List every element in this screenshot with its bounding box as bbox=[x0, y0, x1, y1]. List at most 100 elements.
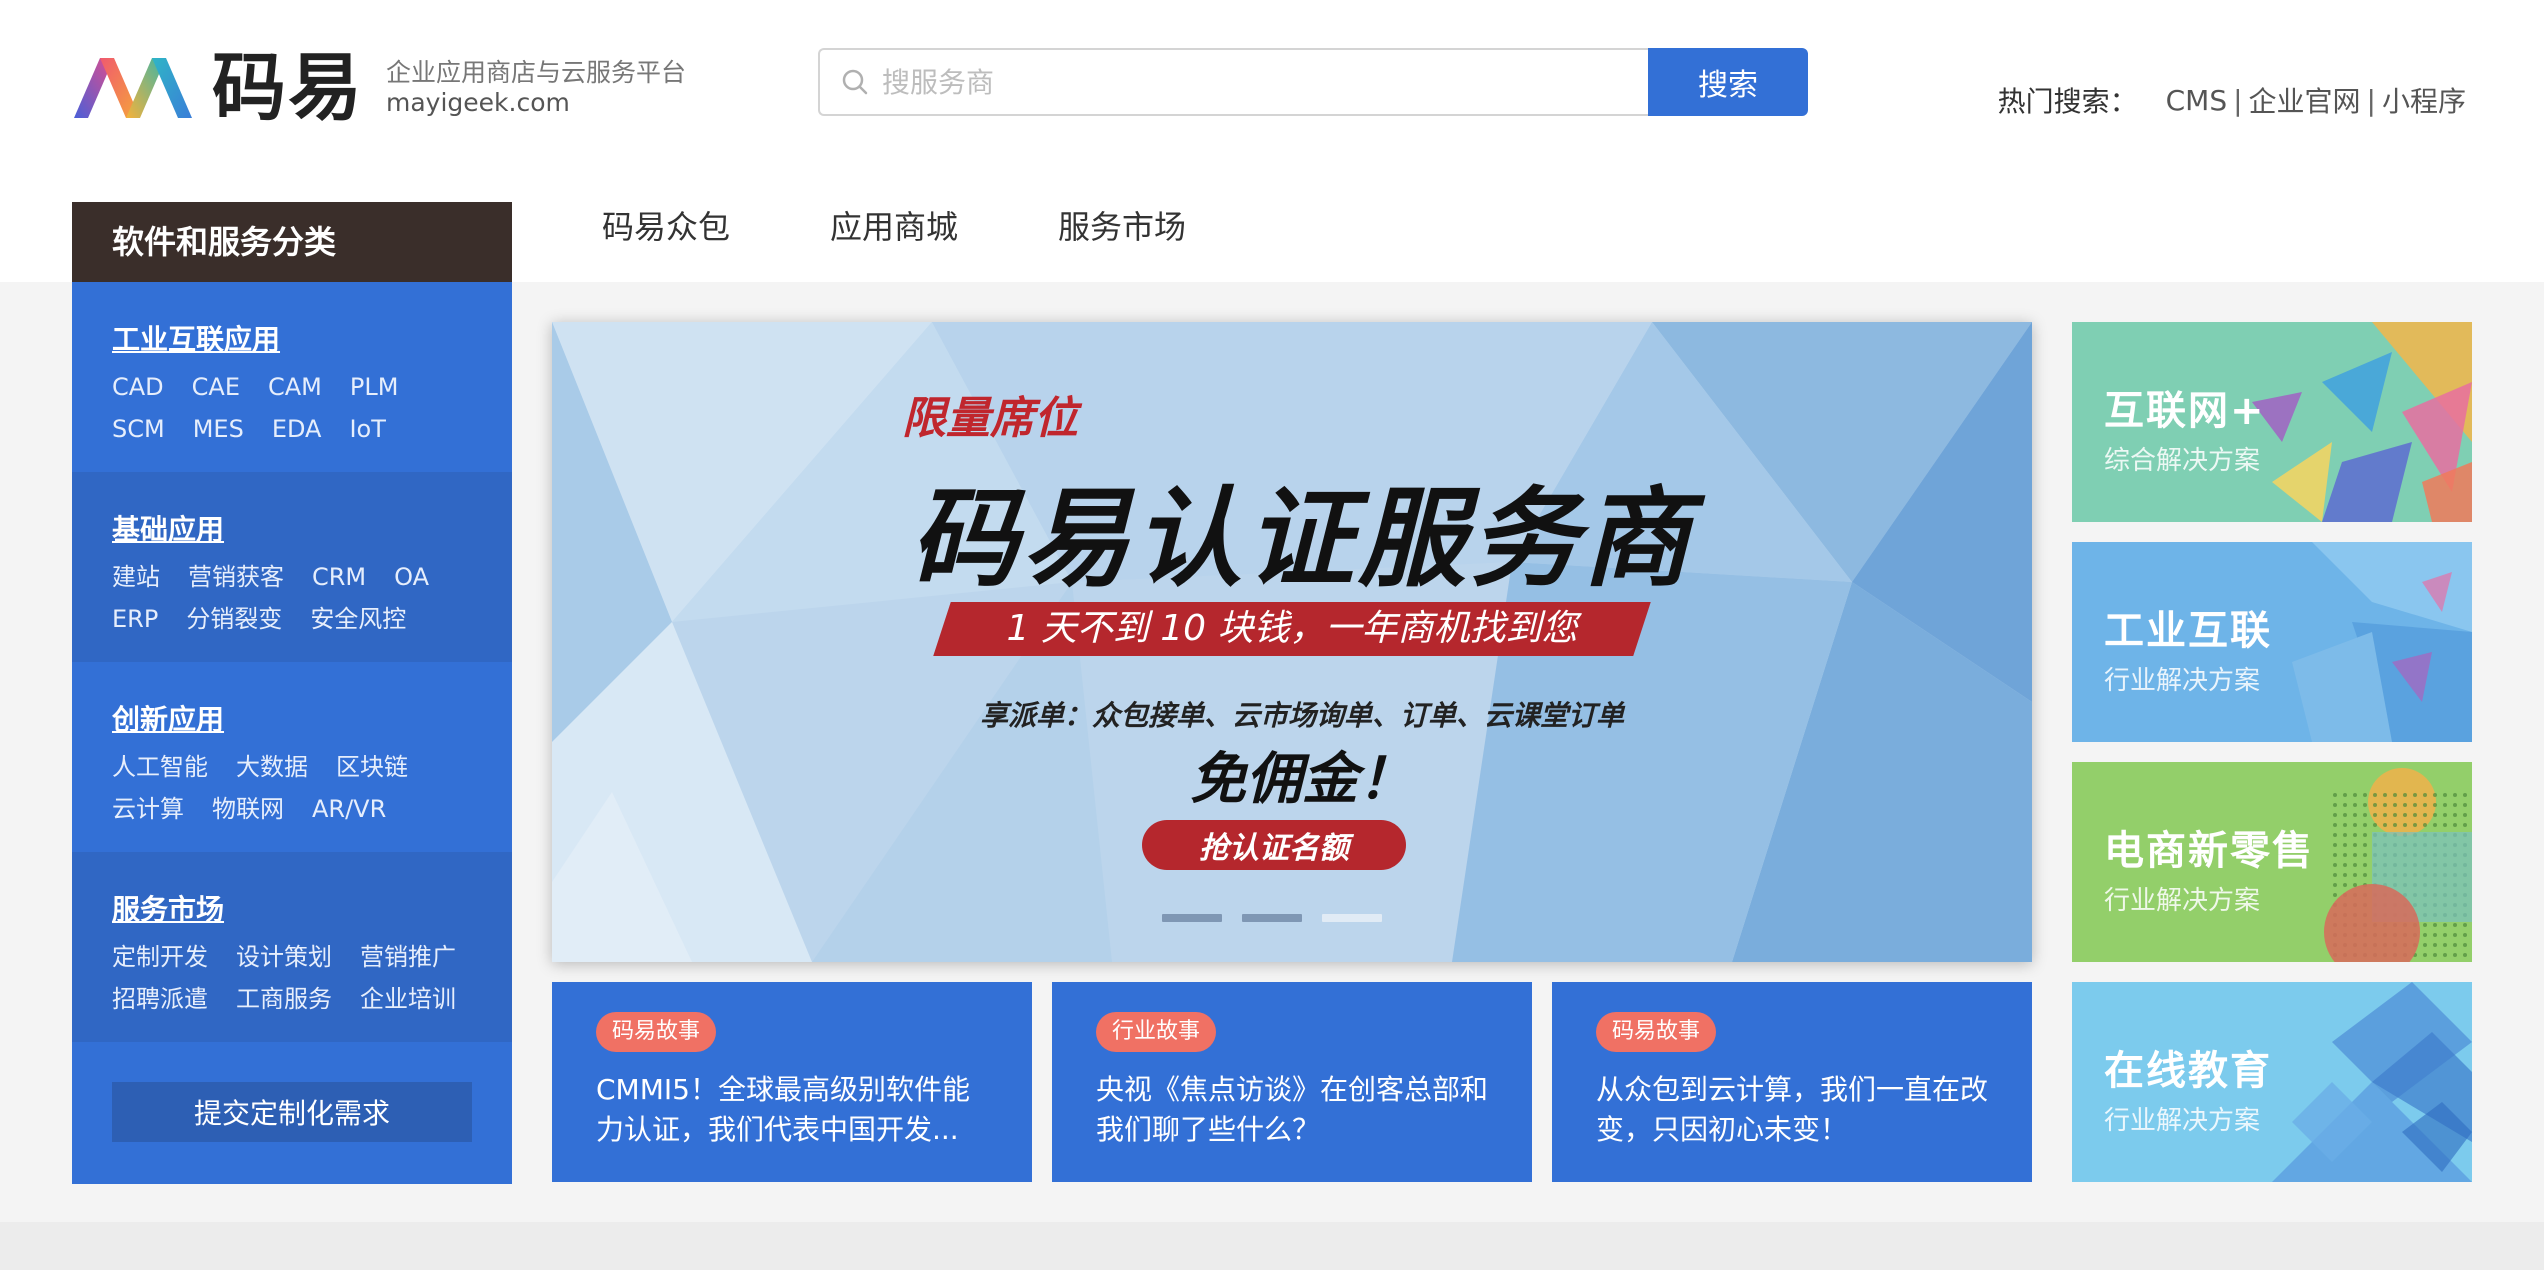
card-title: 在线教育 bbox=[2104, 1048, 2272, 1094]
sidebar-section-services: 服务市场 定制开发 设计策划 营销推广 招聘派遣 工商服务 企业培训 bbox=[72, 852, 512, 1042]
sidebar-link[interactable]: 设计策划 bbox=[236, 942, 332, 972]
sidebar-header: 软件和服务分类 bbox=[72, 202, 512, 282]
sidebar-link[interactable]: AR/VR bbox=[312, 794, 386, 824]
sidebar-section-title[interactable]: 创新应用 bbox=[112, 698, 512, 738]
card-title: 工业互联 bbox=[2104, 608, 2272, 654]
sidebar-section-innovation: 创新应用 人工智能 大数据 区块链 云计算 物联网 AR/VR bbox=[72, 662, 512, 852]
card-title: 互联网+ bbox=[2104, 388, 2266, 434]
hot-search-cms[interactable]: CMS bbox=[2166, 84, 2227, 117]
hot-search: 热门搜索： CMS | 企业官网 | 小程序 bbox=[1998, 80, 2466, 120]
solution-card-internet-plus[interactable]: 互联网+ 综合解决方案 bbox=[2072, 322, 2472, 522]
search-box bbox=[818, 48, 1650, 116]
search-icon bbox=[842, 69, 868, 95]
carousel-dots bbox=[1162, 914, 1402, 922]
sidebar-link[interactable]: PLM bbox=[350, 372, 399, 402]
sidebar-link[interactable]: 云计算 bbox=[112, 794, 184, 824]
card-title: 电商新零售 bbox=[2104, 828, 2314, 874]
sidebar-section-industrial: 工业互联应用 CAD CAE CAM PLM SCM MES EDA IoT bbox=[72, 282, 512, 472]
card-subtitle: 行业解决方案 bbox=[2104, 1106, 2261, 1136]
nav-item-app-store[interactable]: 应用商城 bbox=[830, 202, 958, 248]
logo-m-icon bbox=[74, 58, 192, 118]
story-tag: 行业故事 bbox=[1096, 1012, 1217, 1052]
story-title: CMMI5！全球最高级别软件能力认证，我们代表中国开发... bbox=[596, 1073, 970, 1146]
hot-search-separator: | bbox=[2233, 83, 2243, 117]
hot-search-corporate-site[interactable]: 企业官网 bbox=[2249, 80, 2361, 120]
hot-search-mini-program[interactable]: 小程序 bbox=[2382, 80, 2466, 120]
nav-item-crowdsourcing[interactable]: 码易众包 bbox=[602, 202, 730, 248]
card-subtitle: 行业解决方案 bbox=[2104, 666, 2261, 696]
sidebar-section-basic: 基础应用 建站 营销获客 CRM OA ERP 分销裂变 安全风控 bbox=[72, 472, 512, 662]
submit-requirement-button[interactable]: 提交定制化需求 bbox=[112, 1082, 472, 1142]
sidebar-link[interactable]: OA bbox=[394, 562, 429, 592]
sidebar-link[interactable]: 区块链 bbox=[336, 752, 408, 782]
sidebar-link[interactable]: 物联网 bbox=[212, 794, 284, 824]
card-subtitle: 行业解决方案 bbox=[2104, 886, 2261, 916]
logo-name: 码易 bbox=[212, 45, 364, 131]
logo[interactable]: 码易 企业应用商店与云服务平台 mayigeek.com bbox=[70, 48, 686, 128]
banner-tag: 限量席位 bbox=[902, 393, 1078, 444]
nav-item-service-market[interactable]: 服务市场 bbox=[1058, 202, 1186, 248]
sidebar-section-title[interactable]: 工业互联应用 bbox=[112, 318, 512, 358]
hot-search-separator: | bbox=[2366, 83, 2376, 117]
sidebar-link[interactable]: 分销裂变 bbox=[186, 604, 282, 634]
sidebar-link-row: 建站 营销获客 CRM OA bbox=[112, 562, 512, 592]
sidebar-section-title[interactable]: 基础应用 bbox=[112, 508, 512, 548]
sidebar-link[interactable]: 工商服务 bbox=[236, 984, 332, 1014]
sidebar-link[interactable]: ERP bbox=[112, 604, 158, 634]
sidebar-link[interactable]: 大数据 bbox=[236, 752, 308, 782]
sidebar-link[interactable]: MES bbox=[193, 414, 244, 444]
sidebar-link[interactable]: 企业培训 bbox=[360, 984, 456, 1014]
sidebar-link[interactable]: CRM bbox=[312, 562, 366, 592]
story-title: 从众包到云计算，我们一直在改变，只因初心未变！ bbox=[1596, 1073, 1989, 1146]
search-button[interactable]: 搜索 bbox=[1648, 48, 1808, 116]
sidebar-link-row: 人工智能 大数据 区块链 bbox=[112, 752, 512, 782]
banner-subtitle: 享派单：众包接单、云市场询单、订单、云课堂订单 bbox=[979, 699, 1624, 732]
sidebar-link[interactable]: IoT bbox=[349, 414, 385, 444]
story-tag: 码易故事 bbox=[1596, 1012, 1717, 1052]
story-card[interactable]: 码易故事 CMMI5！全球最高级别软件能力认证，我们代表中国开发... bbox=[552, 982, 1032, 1182]
sidebar-link-row: 招聘派遣 工商服务 企业培训 bbox=[112, 984, 512, 1014]
story-tag: 码易故事 bbox=[596, 1012, 717, 1052]
sidebar-link[interactable]: 招聘派遣 bbox=[112, 984, 208, 1014]
story-card[interactable]: 码易故事 从众包到云计算，我们一直在改变，只因初心未变！ bbox=[1552, 982, 2032, 1182]
sidebar-link-row: 云计算 物联网 AR/VR bbox=[112, 794, 512, 824]
carousel-dot-3[interactable] bbox=[1322, 914, 1382, 922]
solution-card-industrial-internet[interactable]: 工业互联 行业解决方案 bbox=[2072, 542, 2472, 742]
sidebar-link[interactable]: 人工智能 bbox=[112, 752, 208, 782]
main-nav: 码易众包 应用商城 服务市场 bbox=[602, 202, 1286, 248]
sidebar-link[interactable]: 营销推广 bbox=[360, 942, 456, 972]
footer-strip bbox=[0, 1222, 2544, 1270]
banner-cta-button[interactable]: 抢认证名额 bbox=[1142, 820, 1406, 870]
sidebar-section-title[interactable]: 服务市场 bbox=[112, 888, 512, 928]
sidebar-footer: 提交定制化需求 bbox=[72, 1042, 512, 1184]
sidebar-link[interactable]: CAM bbox=[268, 372, 322, 402]
sidebar-link-row: ERP 分销裂变 安全风控 bbox=[112, 604, 512, 634]
logo-text-block: 企业应用商店与云服务平台 mayigeek.com bbox=[386, 58, 686, 118]
carousel-dot-1[interactable] bbox=[1162, 914, 1222, 922]
sidebar-link[interactable]: SCM bbox=[112, 414, 165, 444]
sidebar-link[interactable]: CAE bbox=[192, 372, 240, 402]
sidebar-link-row: 定制开发 设计策划 营销推广 bbox=[112, 942, 512, 972]
sidebar-link[interactable]: 定制开发 bbox=[112, 942, 208, 972]
sidebar-link[interactable]: CAD bbox=[112, 372, 164, 402]
sidebar-link-row: CAD CAE CAM PLM bbox=[112, 372, 512, 402]
category-sidebar: 软件和服务分类 工业互联应用 CAD CAE CAM PLM SCM MES E… bbox=[72, 202, 512, 1184]
banner-title: 码易认证服务商 bbox=[909, 477, 1694, 602]
carousel-dot-2[interactable] bbox=[1242, 914, 1302, 922]
sidebar-link[interactable]: 安全风控 bbox=[310, 604, 406, 634]
card-subtitle: 综合解决方案 bbox=[2104, 446, 2261, 476]
sidebar-link[interactable]: 建站 bbox=[112, 562, 160, 592]
solution-card-online-education[interactable]: 在线教育 行业解决方案 bbox=[2072, 982, 2472, 1182]
story-card[interactable]: 行业故事 央视《焦点访谈》在创客总部和我们聊了些什么？ bbox=[1052, 982, 1532, 1182]
sidebar-link[interactable]: 营销获客 bbox=[188, 562, 284, 592]
story-title: 央视《焦点访谈》在创客总部和我们聊了些什么？ bbox=[1096, 1073, 1489, 1146]
sidebar-link-row: SCM MES EDA IoT bbox=[112, 414, 512, 444]
logo-domain: mayigeek.com bbox=[386, 88, 570, 117]
logo-slogan: 企业应用商店与云服务平台 bbox=[386, 58, 687, 87]
sidebar-link[interactable]: EDA bbox=[272, 414, 322, 444]
search-input[interactable] bbox=[882, 52, 1622, 112]
hot-search-label: 热门搜索： bbox=[1997, 85, 2138, 118]
banner-ribbon-text: 1 天不到 10 块钱，一年商机找到您 bbox=[1006, 608, 1578, 649]
promo-banner[interactable]: 限量席位 码易认证服务商 1 天不到 10 块钱，一年商机找到您 享派单：众包接… bbox=[552, 322, 2032, 962]
solution-card-ecommerce[interactable]: 电商新零售 行业解决方案 bbox=[2072, 762, 2472, 962]
